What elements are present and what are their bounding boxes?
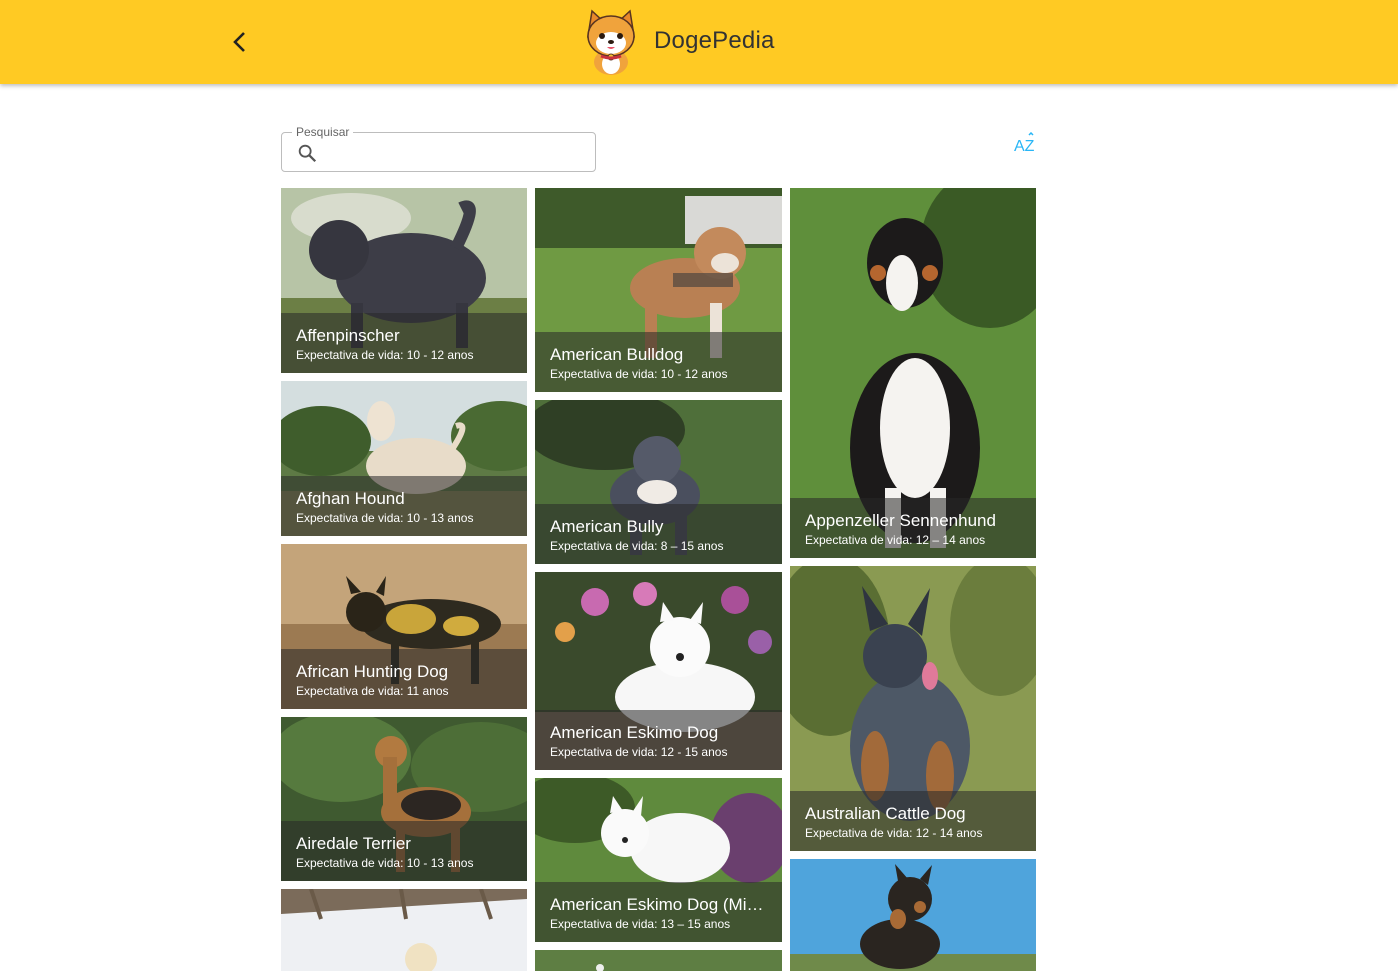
breed-card[interactable]: American Eskimo Dog Expectativa de vida:… xyxy=(535,572,782,770)
card-caption: Affenpinscher Expectativa de vida: 10 - … xyxy=(281,313,527,373)
breed-card[interactable] xyxy=(535,950,782,971)
card-caption: Airedale Terrier Expectativa de vida: 10… xyxy=(281,821,527,881)
breed-life-span: Expectativa de vida: 12 - 15 anos xyxy=(550,745,728,759)
sort-az-label: AZ xyxy=(1014,138,1035,155)
breed-card[interactable]: American Bully Expectativa de vida: 8 – … xyxy=(535,400,782,564)
breed-name: Appenzeller Sennenhund xyxy=(805,511,996,530)
breed-life-span: Expectativa de vida: 10 - 13 anos xyxy=(296,511,474,525)
card-caption: Australian Cattle Dog Expectativa de vid… xyxy=(790,791,1036,851)
search-input[interactable] xyxy=(326,139,590,167)
card-caption: Afghan Hound Expectativa de vida: 10 - 1… xyxy=(281,476,527,536)
breed-life-span: Expectativa de vida: 8 – 15 anos xyxy=(550,539,724,553)
breed-photo xyxy=(281,889,527,971)
breed-life-span: Expectativa de vida: 13 – 15 anos xyxy=(550,917,731,931)
breed-life-span: Expectativa de vida: 11 anos xyxy=(296,684,449,698)
breed-card[interactable]: African Hunting Dog Expectativa de vida:… xyxy=(281,544,527,709)
search-icon xyxy=(298,144,317,163)
breed-life-span: Expectativa de vida: 10 - 13 anos xyxy=(296,856,474,870)
breed-card[interactable]: Airedale Terrier Expectativa de vida: 10… xyxy=(281,717,527,881)
sort-az-icon: AZ xyxy=(1014,131,1035,155)
breed-life-span: Expectativa de vida: 10 - 12 anos xyxy=(296,348,474,362)
breed-card[interactable] xyxy=(790,859,1036,971)
breed-name: African Hunting Dog xyxy=(296,662,449,681)
search-label: Pesquisar xyxy=(292,125,354,139)
breed-life-span: Expectativa de vida: 10 - 12 anos xyxy=(550,367,728,381)
shiba-logo xyxy=(586,9,636,75)
breed-card[interactable]: Appenzeller Sennenhund Expectativa de vi… xyxy=(790,188,1036,558)
breed-photo xyxy=(790,859,1036,971)
breed-name: Affenpinscher xyxy=(296,326,400,345)
back-button[interactable] xyxy=(222,24,258,60)
sort-az-button[interactable]: AZ xyxy=(1012,131,1038,158)
breed-name: Australian Cattle Dog xyxy=(805,804,966,823)
breed-name: American Bully xyxy=(550,517,664,536)
card-caption: African Hunting Dog Expectativa de vida:… xyxy=(281,649,527,709)
breed-name: American Eskimo Dog xyxy=(550,723,719,742)
card-caption: American Eskimo Dog Expectativa de vida:… xyxy=(535,710,782,770)
breed-life-span: Expectativa de vida: 12 - 14 anos xyxy=(805,826,983,840)
breed-card[interactable]: Afghan Hound Expectativa de vida: 10 - 1… xyxy=(281,381,527,536)
breed-name: Airedale Terrier xyxy=(296,834,411,853)
card-caption: Appenzeller Sennenhund Expectativa de vi… xyxy=(790,498,1036,558)
breed-card[interactable]: Affenpinscher Expectativa de vida: 10 - … xyxy=(281,188,527,373)
app-title: DogePedia xyxy=(654,27,775,54)
breed-name: Afghan Hound xyxy=(296,489,405,508)
breed-life-span: Expectativa de vida: 12 – 14 anos xyxy=(805,533,986,547)
card-caption: American Bulldog Expectativa de vida: 10… xyxy=(535,332,782,392)
app-bar: DogePedia xyxy=(0,0,1398,84)
arrow-back-icon xyxy=(233,32,245,52)
card-caption: American Bully Expectativa de vida: 8 – … xyxy=(535,504,782,564)
breed-name: American Eskimo Dog (Miniature) xyxy=(550,895,765,914)
breed-card[interactable]: American Eskimo Dog (Miniature) Expectat… xyxy=(535,778,782,942)
breed-card[interactable]: Australian Cattle Dog Expectativa de vid… xyxy=(790,566,1036,851)
search-field[interactable]: Pesquisar xyxy=(281,125,596,172)
breed-card[interactable]: American Bulldog Expectativa de vida: 10… xyxy=(535,188,782,392)
breed-name: American Bulldog xyxy=(550,345,684,364)
breed-photo xyxy=(535,950,782,971)
card-caption: American Eskimo Dog (Miniature) Expectat… xyxy=(535,882,782,942)
breed-card[interactable] xyxy=(281,889,527,971)
